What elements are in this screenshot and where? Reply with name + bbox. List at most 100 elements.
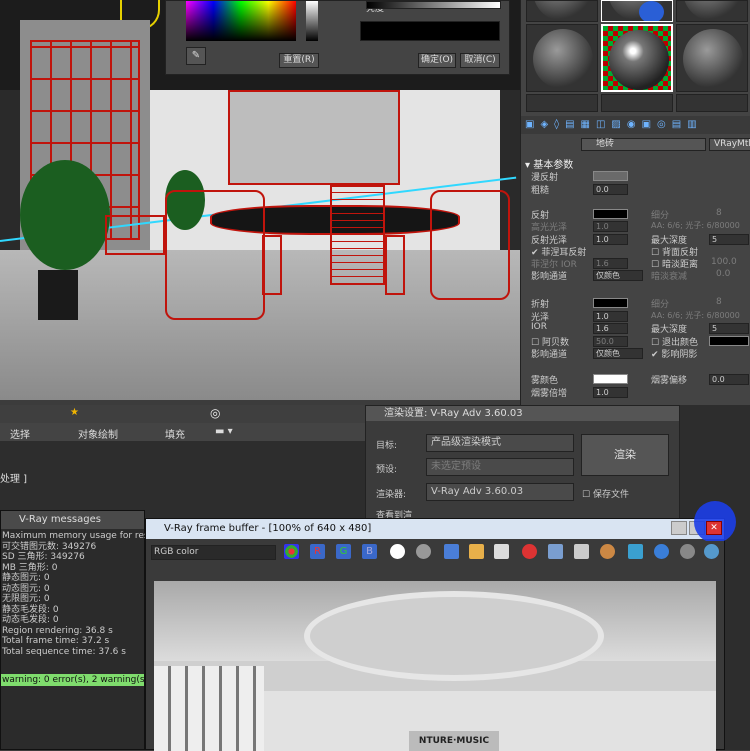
save-file-checkbox[interactable]: ☐ 保存文件: [582, 487, 629, 500]
refl-gloss-spinner[interactable]: 1.0: [593, 234, 628, 245]
interactive-render-icon[interactable]: [654, 544, 669, 559]
stop-icon[interactable]: [680, 544, 695, 559]
ior-spinner[interactable]: 1.6: [593, 323, 628, 334]
reflect-swatch[interactable]: [593, 209, 628, 219]
affect-channels-dropdown[interactable]: 仅颜色: [593, 270, 643, 281]
star-icon[interactable]: ★: [70, 407, 79, 418]
material-slot[interactable]: [676, 0, 748, 22]
affect-shadows-checkbox[interactable]: ✔ 影响阴影: [651, 347, 697, 360]
aa-info: AA: 6/6; 光子: 6/80000: [651, 221, 740, 230]
chair-right: [430, 190, 510, 300]
glossiness-spinner[interactable]: 1.0: [593, 311, 628, 322]
fog-mult-spinner[interactable]: 1.0: [593, 387, 628, 398]
material-editor[interactable]: ▣◈◊▤▦◫▨◉▣◎▤▥ 地砖 VRayMtl ▾ 基本参数 漫反射 粗糙 0.…: [520, 0, 750, 405]
fog-bias-spinner[interactable]: 0.0: [709, 374, 749, 385]
save-image-icon[interactable]: [444, 544, 459, 559]
material-slot[interactable]: [526, 94, 598, 112]
selected-chair[interactable]: [330, 185, 385, 285]
render-button[interactable]: 渲染: [581, 434, 669, 476]
blue-channel-button[interactable]: B: [362, 544, 377, 559]
rendered-image[interactable]: NTURE·MUSIC: [154, 581, 716, 751]
vray-messages-window[interactable]: V-Ray messages Maximum memory usage for …: [0, 510, 166, 750]
refr-max-depth-label: 最大深度: [651, 325, 688, 335]
renderer-dropdown[interactable]: V-Ray Adv 3.60.03: [426, 483, 574, 501]
ceiling-dome: [304, 591, 604, 681]
region-render-icon[interactable]: [574, 544, 589, 559]
refract-swatch[interactable]: [593, 298, 628, 308]
roughness-spinner[interactable]: 0.0: [593, 184, 628, 195]
red-channel-button[interactable]: R: [310, 544, 325, 559]
clear-icon[interactable]: [522, 544, 537, 559]
abbe-spinner[interactable]: 50.0: [593, 336, 628, 347]
exit-color-swatch[interactable]: [709, 336, 749, 346]
refr-affect-channels-dropdown[interactable]: 仅颜色: [593, 348, 643, 359]
teapot-render-icon[interactable]: [600, 544, 615, 559]
material-slot[interactable]: [601, 0, 673, 22]
menu-select[interactable]: 选择: [10, 426, 30, 441]
material-slot[interactable]: [526, 24, 598, 92]
main-toolbar[interactable]: ★ ◎: [0, 405, 365, 423]
diffuse-label: 漫反射: [531, 173, 559, 183]
status-text: 处理 ]: [0, 474, 28, 485]
vray-messages-titlebar[interactable]: V-Ray messages: [1, 511, 144, 529]
teapot-icon[interactable]: [704, 544, 719, 559]
log-line: Region rendering: 36.8 s: [2, 625, 113, 636]
green-channel-button[interactable]: G: [336, 544, 351, 559]
menu-object-paint[interactable]: 对象绘制: [78, 426, 118, 441]
dim-distance-value[interactable]: 100.0: [711, 257, 737, 267]
render-setup-title: 渲染设置: V-Ray Adv 3.60.03: [366, 406, 679, 421]
section-basic-params[interactable]: ▾ 基本参数: [525, 156, 573, 171]
refr-max-depth-spinner[interactable]: 5: [709, 323, 749, 334]
fb-titlebar[interactable]: V-Ray frame buffer - [100% of 640 x 480]: [146, 519, 724, 539]
menu-extra-dropdown[interactable]: ▬ ▾: [215, 426, 233, 437]
hilight-gloss-spinner[interactable]: 1.0: [593, 221, 628, 232]
max-depth-spinner[interactable]: 5: [709, 234, 749, 245]
vray-frame-buffer[interactable]: V-Ray frame buffer - [100% of 640 x 480]…: [145, 501, 736, 751]
hue-spectrum[interactable]: [186, 1, 296, 41]
material-slot[interactable]: [526, 0, 598, 22]
refr-subdivs-value[interactable]: 8: [716, 297, 722, 307]
display-settings-icon[interactable]: [628, 544, 643, 559]
close-button[interactable]: ✕: [706, 521, 722, 535]
color-channels-icon[interactable]: [284, 544, 299, 559]
ok-button[interactable]: 确定(O): [418, 53, 456, 68]
render-setup-dialog[interactable]: 渲染设置: V-Ray Adv 3.60.03 目标: 产品级渲染模式 预设: …: [365, 405, 680, 521]
mono-icon[interactable]: [416, 544, 431, 559]
load-image-icon[interactable]: [469, 544, 484, 559]
target-dropdown[interactable]: 产品级渲染模式: [426, 434, 574, 452]
fog-color-swatch[interactable]: [593, 374, 628, 384]
eyedropper-icon[interactable]: ✎: [186, 47, 206, 65]
material-name-field[interactable]: 地砖: [581, 138, 706, 151]
brightness-slider[interactable]: [366, 1, 501, 9]
channel-dropdown[interactable]: RGB color: [151, 545, 276, 560]
subdivs-value[interactable]: 8: [716, 208, 722, 218]
fresnel-ior-spinner[interactable]: 1.6: [593, 258, 628, 269]
ribbon-menu[interactable]: 选择 对象绘制 填充 ▬ ▾: [0, 423, 365, 441]
fog-color-label: 雾颜色: [531, 376, 559, 386]
whiteness-bar[interactable]: [306, 1, 318, 41]
preset-dropdown[interactable]: 未选定预设: [426, 458, 574, 476]
material-type-button[interactable]: VRayMtl: [709, 138, 750, 151]
material-slot-active[interactable]: [601, 24, 673, 92]
rotate-icon[interactable]: ◎: [210, 406, 220, 420]
reset-button[interactable]: 重置(R): [279, 53, 319, 68]
dim-falloff-value[interactable]: 0.0: [716, 269, 730, 279]
log-line: 静态图元: 0: [2, 573, 50, 583]
material-slot[interactable]: [676, 94, 748, 112]
log-line: MB 三角形: 0: [2, 562, 58, 573]
refr-affect-channels-label: 影响通道: [531, 350, 568, 360]
render-windows: [154, 666, 264, 751]
alpha-icon[interactable]: [390, 544, 405, 559]
material-slot[interactable]: [601, 94, 673, 112]
minimize-button[interactable]: [671, 521, 687, 535]
duplicate-icon[interactable]: [494, 544, 509, 559]
material-slot[interactable]: [676, 24, 748, 92]
menu-fill[interactable]: 填充: [165, 426, 185, 441]
track-mouse-icon[interactable]: [548, 544, 563, 559]
diffuse-swatch[interactable]: [593, 171, 628, 181]
color-picker-dialog[interactable]: 亮度 ✎ 重置(R) 确定(O) 取消(C): [165, 0, 510, 75]
cancel-button[interactable]: 取消(C): [460, 53, 500, 68]
fog-bias-label: 烟雾偏移: [651, 376, 688, 386]
fb-toolbar[interactable]: RGB color R G B: [146, 541, 724, 563]
material-toolbar[interactable]: ▣◈◊▤▦◫▨◉▣◎▤▥: [521, 116, 750, 134]
